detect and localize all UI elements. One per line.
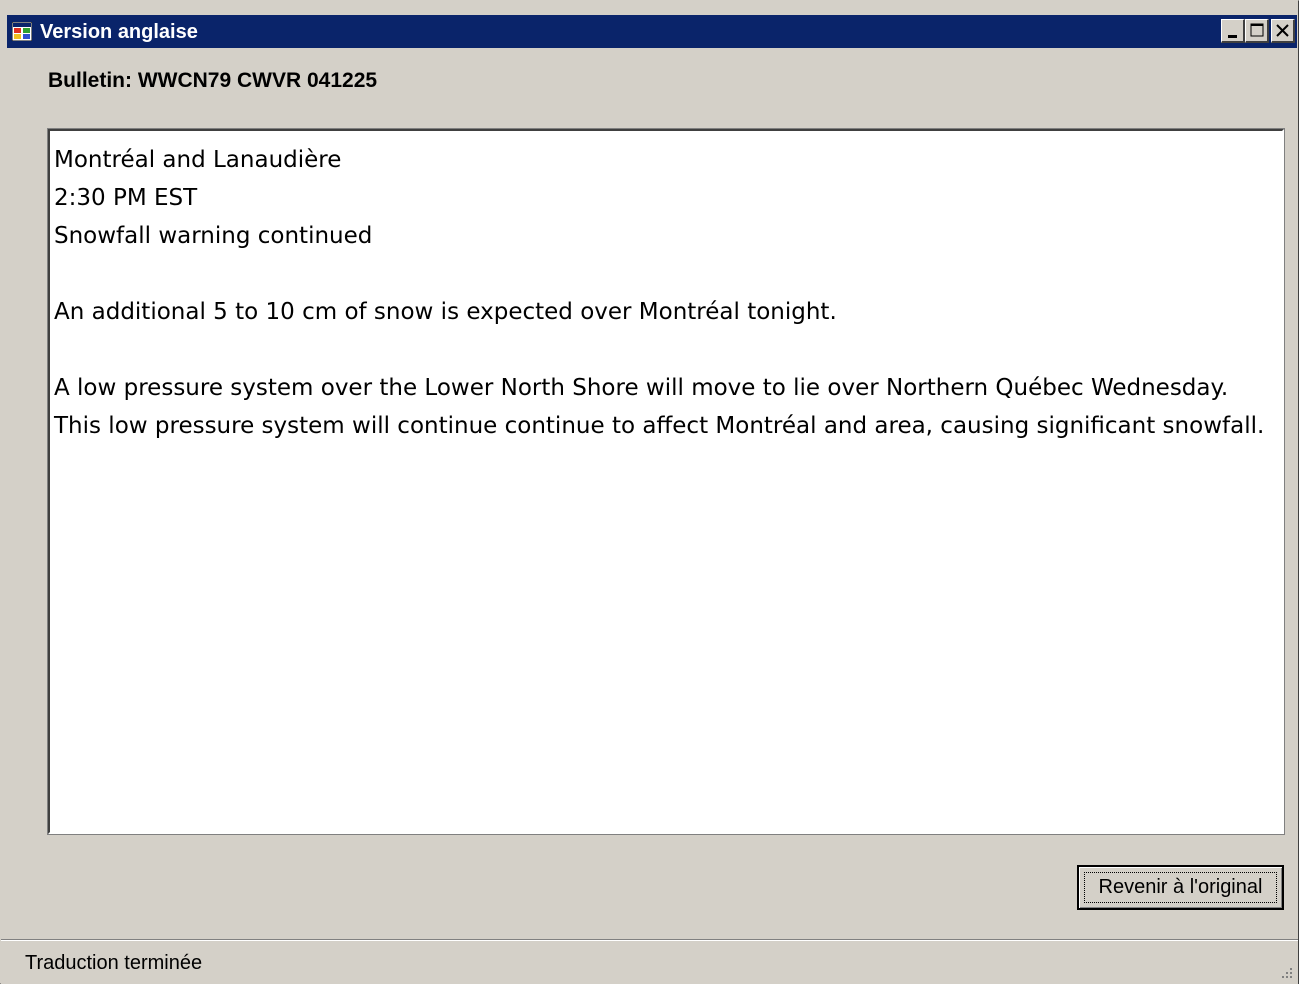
paragraph-2: A low pressure system over the Lower Nor… (54, 375, 1265, 439)
minimize-button[interactable] (1221, 19, 1245, 43)
region-line: Montréal and Lanaudière (54, 147, 342, 173)
revert-button-label: Revenir à l'original (1098, 876, 1263, 898)
maximize-icon (1250, 23, 1264, 37)
close-icon (1276, 24, 1289, 37)
window-title: Version anglaise (40, 21, 198, 43)
paragraph-1: An additional 5 to 10 cm of snow is expe… (54, 299, 837, 325)
application-window: Version anglaise Bulletin: WWCN79 CWVR 0… (0, 0, 1299, 984)
app-window-icon[interactable] (11, 21, 33, 42)
revert-to-original-button[interactable]: Revenir à l'original (1077, 865, 1284, 910)
status-text: Traduction terminée (25, 952, 203, 974)
title-bar[interactable]: Version anglaise (7, 15, 1297, 48)
warning-line: Snowfall warning continued (54, 223, 373, 249)
time-line: 2:30 PM EST (54, 185, 198, 211)
translation-textbox[interactable]: Montréal and Lanaudière 2:30 PM EST Snow… (47, 128, 1285, 835)
resize-grip-icon[interactable] (1278, 964, 1294, 980)
maximize-button[interactable] (1245, 19, 1269, 43)
minimize-icon (1228, 35, 1237, 38)
bulletin-label: Bulletin: WWCN79 CWVR 041225 (48, 69, 378, 92)
status-bar: Traduction terminée (1, 939, 1298, 984)
translation-text: Montréal and Lanaudière 2:30 PM EST Snow… (54, 141, 1276, 445)
close-button[interactable] (1271, 19, 1295, 43)
